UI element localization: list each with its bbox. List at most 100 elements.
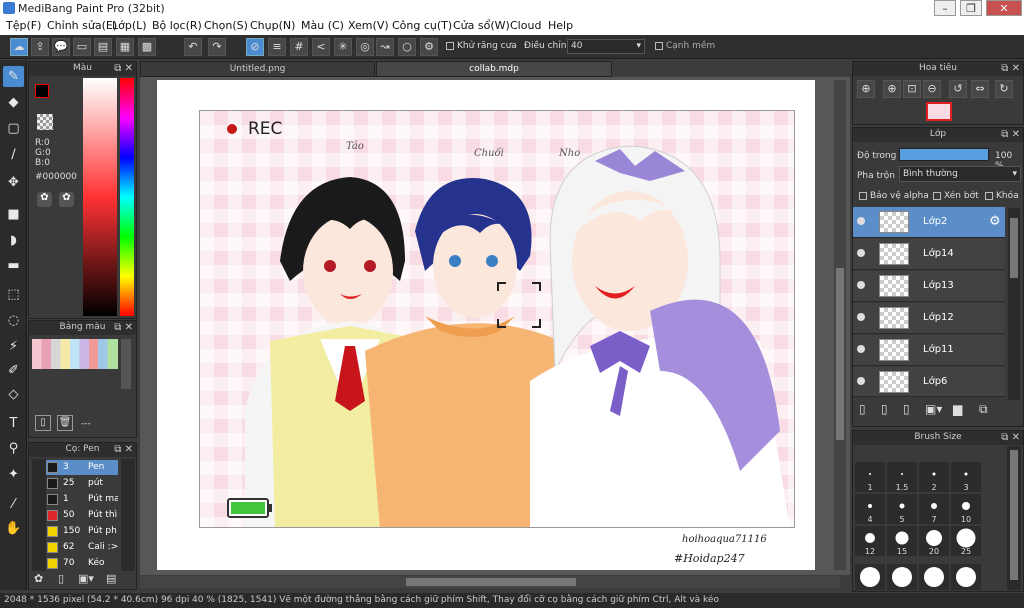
navigator-thumbnail[interactable] [926, 102, 952, 121]
close-icon[interactable]: ⧉ ✕ [1001, 431, 1020, 444]
palette-add-icon[interactable]: ✿ [59, 192, 74, 207]
menu-edit[interactable]: Chỉnh sửa(E) [47, 19, 117, 32]
fill-shape-tool-icon[interactable]: ■ [3, 204, 24, 225]
close-icon[interactable]: ⧉ ✕ [114, 443, 133, 456]
eye-icon[interactable] [857, 313, 865, 321]
clip-checkbox[interactable] [933, 191, 941, 200]
eye-icon[interactable] [857, 217, 865, 225]
rotate-right-icon[interactable]: ↻ [995, 80, 1013, 98]
layer-item[interactable]: Lớp6 [853, 367, 1005, 397]
close-icon[interactable]: ⧉ ✕ [1001, 62, 1020, 75]
brush-size-large[interactable] [951, 564, 981, 590]
hand-tool-icon[interactable]: ✋ [3, 518, 24, 539]
snap-off-icon[interactable]: ⊘ [246, 38, 264, 56]
menu-cloud[interactable]: Cloud [510, 19, 541, 32]
menu-window[interactable]: Cửa sổ(W) [453, 19, 510, 32]
radial-snap-icon[interactable]: ✳ [334, 38, 352, 56]
folder-icon[interactable]: ▆ [953, 402, 962, 416]
magic-wand-icon[interactable]: ⚡ [3, 336, 24, 357]
divide-tool-icon[interactable]: ⚲ [3, 438, 24, 459]
soft-edge-checkbox[interactable] [655, 41, 663, 50]
lasso-tool-icon[interactable]: ◌ [3, 310, 24, 331]
zoom-out-icon[interactable]: ⊖ [923, 80, 941, 98]
palette-scrollbar[interactable] [121, 339, 131, 389]
protect-alpha-checkbox[interactable] [859, 191, 867, 200]
brush-size-2[interactable]: 2 [919, 462, 949, 492]
brush-settings-icon[interactable]: ▤ [106, 572, 116, 585]
eyedropper-icon[interactable]: ⁄ [3, 494, 24, 515]
lock-checkbox[interactable] [985, 191, 993, 200]
brush-size-20[interactable]: 20 [919, 526, 949, 556]
menu-filter[interactable]: Bộ lọc(R) [152, 19, 202, 32]
brush-menu-icon[interactable]: ▣▾ [78, 572, 94, 585]
flip-icon[interactable]: ⇔ [971, 80, 989, 98]
select-eraser-icon[interactable]: ◇ [3, 384, 24, 405]
minimize-button[interactable]: – [934, 0, 956, 16]
brush-size-7[interactable]: 7 [919, 494, 949, 524]
tab-untitled[interactable]: Untitled.png [140, 61, 375, 77]
color-saturation-picker[interactable] [83, 78, 117, 316]
brush-scrollbar[interactable] [121, 459, 135, 571]
brush-size-10[interactable]: 10 [951, 494, 981, 524]
undo-icon[interactable]: ↶ [184, 38, 202, 56]
eraser-tool-icon[interactable]: ◆ [3, 92, 24, 113]
new-palette-icon[interactable]: ▯ [35, 415, 51, 431]
palette-swatches[interactable] [32, 339, 118, 369]
pages-icon[interactable]: ▦ [116, 38, 134, 56]
cloud-icon[interactable]: ☁ [10, 38, 28, 56]
vertical-scrollbar[interactable] [834, 80, 846, 570]
hue-slider[interactable] [120, 78, 134, 316]
cross-snap-icon[interactable]: # [290, 38, 308, 56]
brush-size-large[interactable] [855, 564, 885, 590]
eye-icon[interactable] [857, 345, 865, 353]
zoom-in-icon[interactable]: ⊕ [857, 80, 875, 98]
close-icon[interactable]: ⧉ ✕ [114, 321, 133, 334]
horizontal-scrollbar[interactable] [140, 576, 840, 588]
message-icon[interactable]: ▭ [73, 38, 91, 56]
new-layer-icon[interactable]: ▯ [881, 402, 888, 416]
settings-snap-icon[interactable]: ⚙ [420, 38, 438, 56]
brush-item[interactable]: 50 Pút thì [46, 508, 118, 523]
brush-size-15[interactable]: 15 [887, 526, 917, 556]
brush-size-1-5[interactable]: 1.5 [887, 462, 917, 492]
maximize-button[interactable]: ❐ [960, 0, 982, 16]
menu-select[interactable]: Chọn(S) [204, 19, 248, 32]
select-pen-icon[interactable]: ✐ [3, 360, 24, 381]
ellipse-snap-icon[interactable]: ○ [398, 38, 416, 56]
document-icon[interactable]: ▤ [94, 38, 112, 56]
move-tool-icon[interactable]: ✥ [3, 172, 24, 193]
brush-size-scrollbar[interactable] [1007, 446, 1021, 590]
palette-icon[interactable]: ✿ [37, 192, 52, 207]
rect-tool-icon[interactable]: ▢ [3, 118, 24, 139]
eye-icon[interactable] [857, 377, 865, 385]
layer-item-lop2[interactable]: Lớp2 ⚙ [853, 207, 1005, 238]
redo-icon[interactable]: ↷ [208, 38, 226, 56]
grid-icon[interactable]: ▩ [138, 38, 156, 56]
brush-size-3[interactable]: 3 [951, 462, 981, 492]
brush-size-12[interactable]: 12 [855, 526, 885, 556]
adjust-select[interactable]: 40 ▾ [567, 39, 645, 54]
brush-tool-icon[interactable]: ✎ [3, 66, 24, 87]
parallel-snap-icon[interactable]: ≡ [268, 38, 286, 56]
share-icon[interactable]: ⇪ [31, 38, 49, 56]
transparent-swatch[interactable] [37, 114, 53, 130]
layer-menu-icon[interactable]: ▣▾ [925, 402, 942, 416]
gear-icon[interactable]: ⚙ [989, 214, 1001, 229]
trash-icon[interactable]: 🗑 [57, 415, 73, 431]
close-icon[interactable]: ⧉ ✕ [114, 62, 133, 75]
layer-item[interactable]: Lớp12 [853, 303, 1005, 334]
brush-size-large[interactable] [887, 564, 917, 590]
text-tool-icon[interactable]: T [3, 413, 24, 434]
vanish-snap-icon[interactable]: < [312, 38, 330, 56]
brush-size-4[interactable]: 4 [855, 494, 885, 524]
eye-icon[interactable] [857, 249, 865, 257]
comment-icon[interactable]: 💬 [52, 38, 70, 56]
menu-layer[interactable]: Lớp(L) [112, 19, 147, 32]
brush-item[interactable]: 1 Pút ma [46, 492, 118, 507]
brush-item-pen[interactable]: 3 Pen [46, 460, 118, 475]
brush-size-large[interactable] [919, 564, 949, 590]
bucket-tool-icon[interactable]: ◗ [3, 230, 24, 251]
select-tool-icon[interactable]: ⬚ [3, 284, 24, 305]
opacity-slider[interactable] [899, 148, 989, 161]
layer-item[interactable]: Lớp14 [853, 239, 1005, 270]
